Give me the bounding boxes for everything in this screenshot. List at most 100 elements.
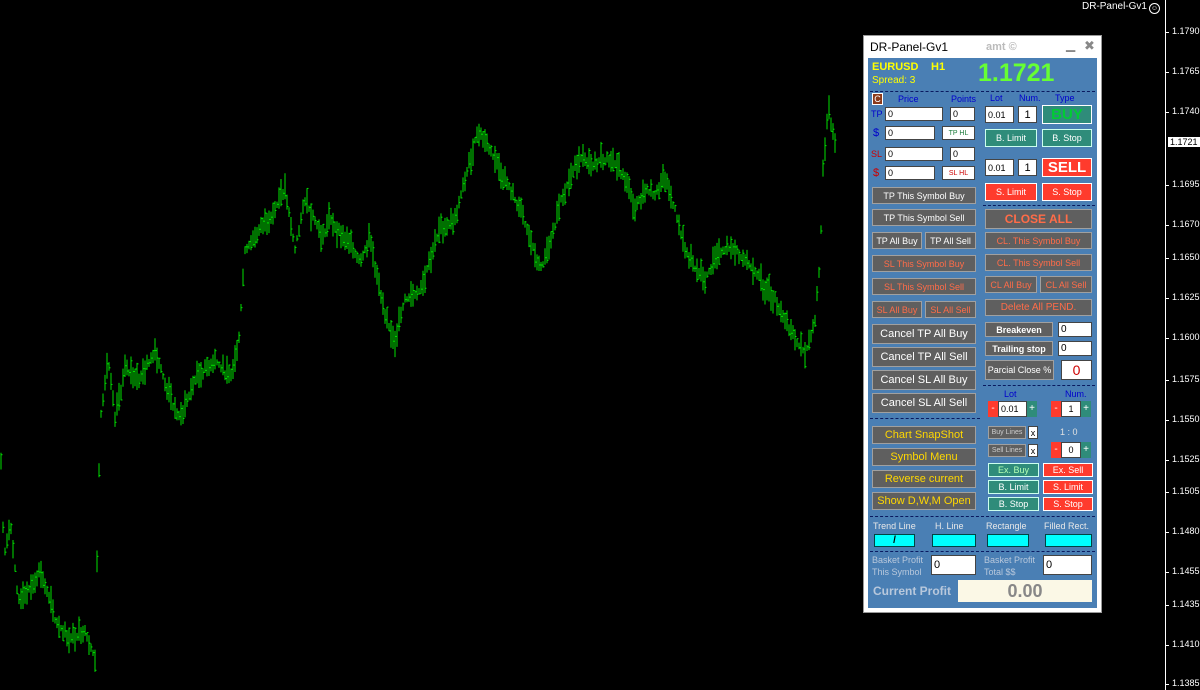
rectangle-button[interactable] — [987, 534, 1029, 547]
tp-all-sell-button[interactable]: TP All Sell — [925, 232, 976, 249]
chart-snapshot-button[interactable]: Chart SnapShot — [872, 426, 976, 444]
trend-line-button[interactable]: / — [874, 534, 915, 547]
lot2-input[interactable]: 0.01 — [998, 401, 1027, 417]
num-header: Num. — [1019, 93, 1041, 103]
symbol-label: EURUSD — [872, 61, 919, 73]
panel-titlebar[interactable]: DR-Panel-Gv1 amt © ▁ ✖ — [864, 36, 1101, 58]
filled-rect-button[interactable] — [1045, 534, 1092, 547]
buy-lot-input[interactable]: 0.01 — [985, 106, 1014, 123]
sl-label: SL — [871, 149, 883, 159]
num-increase-button[interactable]: + — [1081, 401, 1091, 417]
c-button[interactable]: C — [872, 93, 883, 105]
delete-all-pend-button[interactable]: Delete All PEND. — [985, 299, 1092, 316]
breakeven-input[interactable]: 0 — [1058, 322, 1092, 337]
sell-lot-input[interactable]: 0.01 — [985, 159, 1014, 176]
price-tick-label: 1.1670 — [1172, 219, 1200, 229]
tp-this-symbol-buy-button[interactable]: TP This Symbol Buy — [872, 187, 976, 204]
price-tick-label: 1.1600 — [1172, 332, 1200, 342]
sl-points-input[interactable]: 0 — [950, 147, 975, 161]
sl-dollar-input[interactable]: 0 — [885, 166, 935, 180]
b-limit-button[interactable]: B. Limit — [985, 129, 1037, 147]
symbol-menu-button[interactable]: Symbol Menu — [872, 448, 976, 466]
cl-all-sell-button[interactable]: CL All Sell — [1040, 276, 1092, 293]
num-decrease-button[interactable]: - — [1051, 401, 1061, 417]
tp-this-symbol-sell-button[interactable]: TP This Symbol Sell — [872, 209, 976, 226]
breakeven-button[interactable]: Breakeven — [985, 322, 1053, 337]
tp-hl-button[interactable]: TP HL — [942, 126, 975, 140]
s-limit-button[interactable]: S. Limit — [985, 183, 1037, 201]
sell-lines-button[interactable]: Sell Lines — [988, 444, 1026, 457]
b-limit2-button[interactable]: B. Limit — [988, 480, 1039, 494]
lot2-header: Lot — [1004, 389, 1017, 399]
ratio-input[interactable]: 0 — [1061, 442, 1081, 458]
show-dwm-open-button[interactable]: Show D,W,M Open — [872, 492, 976, 510]
cl-all-buy-button[interactable]: CL All Buy — [985, 276, 1037, 293]
price-tick-label: 1.1740 — [1172, 106, 1200, 116]
partial-close-button[interactable]: Parcial Close % — [985, 360, 1054, 380]
ex-buy-button[interactable]: Ex. Buy — [988, 463, 1039, 477]
sl-all-buy-button[interactable]: SL All Buy — [872, 301, 922, 318]
panel-title: DR-Panel-Gv1 — [870, 40, 949, 54]
points-header: Points — [951, 94, 977, 104]
ex-sell-button[interactable]: Ex. Sell — [1043, 463, 1093, 477]
h-line-button[interactable] — [932, 534, 976, 547]
tp-all-buy-button[interactable]: TP All Buy — [872, 232, 922, 249]
b-stop2-button[interactable]: B. Stop — [988, 497, 1039, 511]
type-header: Type — [1055, 93, 1075, 103]
num2-input[interactable]: 1 — [1061, 401, 1081, 417]
basket-this-symbol-label-1: Basket Profit — [872, 555, 924, 565]
b-stop-button[interactable]: B. Stop — [1042, 129, 1092, 147]
price-tick-label: 1.1790 — [1172, 26, 1200, 36]
trailing-stop-input[interactable]: 0 — [1058, 341, 1092, 356]
ratio-increase-button[interactable]: + — [1081, 442, 1091, 458]
price-tick-mark — [1165, 112, 1169, 113]
tp-points-input[interactable]: 0 — [950, 107, 975, 121]
trend-line-label: Trend Line — [873, 521, 916, 531]
price-tick-label: 1.1455 — [1172, 566, 1200, 576]
cancel-sl-all-buy-button[interactable]: Cancel SL All Buy — [872, 370, 976, 390]
sl-all-sell-button[interactable]: SL All Sell — [925, 301, 976, 318]
sell-num-input[interactable]: 1 — [1018, 159, 1037, 176]
buy-lines-x-button[interactable]: x — [1028, 426, 1038, 439]
price-header: Price — [898, 94, 919, 104]
lot-increase-button[interactable]: + — [1027, 401, 1037, 417]
close-icon[interactable]: ✖ — [1084, 38, 1095, 54]
cancel-tp-all-sell-button[interactable]: Cancel TP All Sell — [872, 347, 976, 367]
separator — [983, 385, 1095, 386]
cl-this-symbol-buy-button[interactable]: CL. This Symbol Buy — [985, 232, 1092, 249]
sl-hl-button[interactable]: SL HL — [942, 166, 975, 180]
spread-label: Spread: 3 — [872, 75, 916, 86]
sell-lines-x-button[interactable]: x — [1028, 444, 1038, 457]
s-stop2-button[interactable]: S. Stop — [1043, 497, 1093, 511]
s-stop-button[interactable]: S. Stop — [1042, 183, 1092, 201]
buy-lines-button[interactable]: Buy Lines — [988, 426, 1026, 439]
lot-decrease-button[interactable]: - — [988, 401, 998, 417]
buy-num-input[interactable]: 1 — [1018, 106, 1037, 123]
tp-dollar-input[interactable]: 0 — [885, 126, 935, 140]
sl-price-input[interactable]: 0 — [885, 147, 943, 161]
indicator-label: DR-Panel-Gv1 ☺ — [1082, 1, 1160, 14]
reverse-current-button[interactable]: Reverse current — [872, 470, 976, 488]
price-tick-label: 1.1480 — [1172, 526, 1200, 536]
trailing-stop-button[interactable]: Trailing stop — [985, 341, 1053, 356]
buy-button[interactable]: BUY — [1042, 105, 1092, 124]
price-tick-label: 1.1765 — [1172, 66, 1200, 76]
price-axis[interactable]: 1.1790 1.1765 1.1740 1.1721 1.1695 1.1670 1.16… — [1165, 0, 1200, 690]
sl-this-symbol-sell-button[interactable]: SL This Symbol Sell — [872, 278, 976, 295]
cancel-sl-all-sell-button[interactable]: Cancel SL All Sell — [872, 393, 976, 413]
indicator-name: DR-Panel-Gv1 — [1081, 1, 1147, 12]
minimize-icon[interactable]: ▁ — [1066, 38, 1075, 52]
close-all-button[interactable]: CLOSE ALL — [985, 209, 1092, 229]
basket-total-input[interactable]: 0 — [1043, 555, 1092, 575]
price-tick-label: 1.1550 — [1172, 414, 1200, 424]
basket-this-symbol-input[interactable]: 0 — [931, 555, 976, 575]
s-limit2-button[interactable]: S. Limit — [1043, 480, 1093, 494]
sell-button[interactable]: SELL — [1042, 158, 1092, 177]
sl-this-symbol-buy-button[interactable]: SL This Symbol Buy — [872, 255, 976, 272]
cl-this-symbol-sell-button[interactable]: CL. This Symbol Sell — [985, 254, 1092, 271]
ratio-decrease-button[interactable]: - — [1051, 442, 1061, 458]
tp-price-input[interactable]: 0 — [885, 107, 943, 121]
partial-close-input[interactable]: 0 — [1061, 360, 1092, 380]
price-tick-mark — [1165, 32, 1169, 33]
cancel-tp-all-buy-button[interactable]: Cancel TP All Buy — [872, 324, 976, 344]
